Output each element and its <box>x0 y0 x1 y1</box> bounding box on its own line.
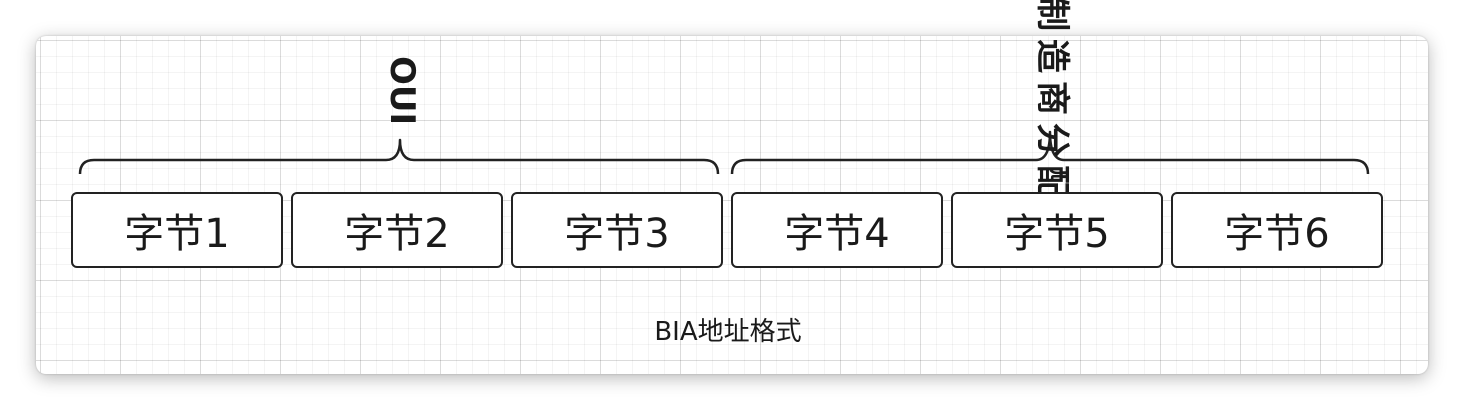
byte-label: 字节2 <box>344 211 450 257</box>
byte-label: 字节6 <box>1224 211 1330 257</box>
byte-box-6: 字节6 <box>1171 192 1383 268</box>
byte-box-5: 字节5 <box>951 192 1163 268</box>
byte-box-2: 字节2 <box>291 192 503 268</box>
byte-label: 字节5 <box>1004 211 1110 257</box>
oui-label: OUI <box>382 56 422 126</box>
byte-label: 字节4 <box>784 211 890 257</box>
byte-box-3: 字节3 <box>511 192 723 268</box>
byte-box-1: 字节1 <box>71 192 283 268</box>
byte-label: 字节3 <box>564 211 670 257</box>
byte-label: 字节1 <box>124 211 230 257</box>
vendor-label: 制造商分配 <box>1032 0 1072 207</box>
diagram-caption: BIA地址格式 <box>654 317 802 347</box>
byte-box-4: 字节4 <box>731 192 943 268</box>
